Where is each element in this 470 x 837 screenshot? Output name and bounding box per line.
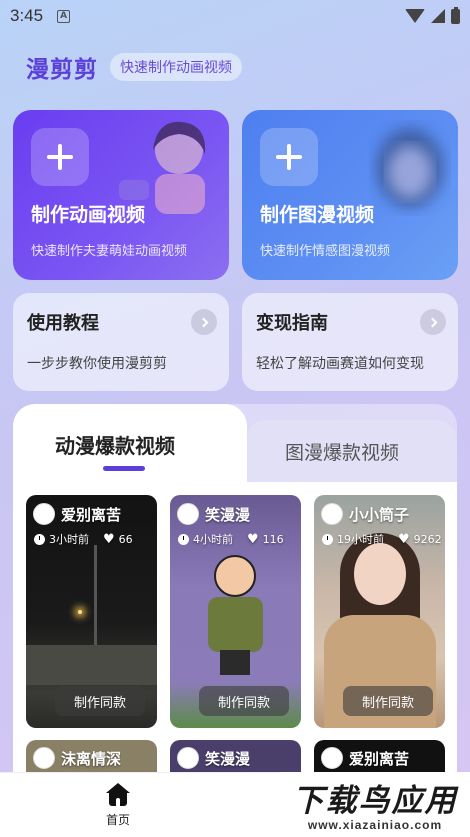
video-card[interactable]: 小小筒子 19小时前 ♥ 9262 制作同款: [314, 495, 445, 728]
nav-home-label: 首页: [105, 813, 130, 827]
card-title: 制作图漫视频: [260, 204, 375, 226]
status-time: 3:45: [10, 6, 44, 25]
app-subtitle: 快速制作动画视频: [110, 53, 242, 81]
heart-icon: ♥: [103, 531, 115, 547]
wifi-icon: [405, 9, 425, 23]
add-button[interactable]: [260, 128, 318, 186]
avatar: [33, 503, 55, 525]
chevron-right-icon[interactable]: [420, 309, 446, 335]
make-comic-video-card[interactable]: 制作图漫视频 快速制作情感图漫视频: [242, 110, 458, 280]
tutorial-card[interactable]: 使用教程 一步步教你使用漫剪剪: [13, 293, 229, 391]
avatar: [33, 747, 55, 769]
make-same-button[interactable]: 制作同款: [55, 686, 145, 716]
author-name: 爱别离苦: [61, 505, 122, 524]
nav-home[interactable]: 首页: [94, 783, 142, 828]
video-meta: 3小时前 ♥ 66: [34, 531, 133, 547]
watermark-text: 下载鸟应用: [292, 782, 458, 819]
video-card[interactable]: 笑漫漫 4小时前 ♥ 116 制作同款: [170, 495, 301, 728]
avatar: [177, 503, 199, 525]
avatar: [321, 747, 343, 769]
heart-icon: ♥: [247, 531, 259, 547]
author-name: 沫离情深: [61, 749, 122, 768]
video-author: 小小筒子: [321, 503, 409, 525]
video-card[interactable]: 爱别离苦 3小时前 ♥ 66 制作同款: [26, 495, 157, 728]
active-tab-indicator: [103, 466, 145, 471]
make-animation-video-card[interactable]: 制作动画视频 快速制作夫妻萌娃动画视频: [13, 110, 229, 280]
avatar: [321, 503, 343, 525]
signal-icon: [431, 9, 445, 23]
scene-light: [78, 610, 82, 614]
video-author: 笑漫漫: [177, 503, 250, 525]
tutorial-desc: 一步步教你使用漫剪剪: [27, 356, 167, 372]
author-name: 笑漫漫: [205, 505, 251, 524]
tab-anime-hot-videos[interactable]: 动漫爆款视频: [55, 430, 175, 459]
heart-icon: ♥: [398, 531, 410, 547]
video-author: 笑漫漫: [177, 747, 250, 769]
author-name: 小小筒子: [349, 505, 410, 524]
monetization-desc: 轻松了解动画赛道如何变现: [256, 356, 424, 372]
video-time: 3小时前: [49, 533, 89, 546]
person-face: [354, 543, 406, 605]
make-same-button[interactable]: 制作同款: [199, 686, 289, 716]
card-desc: 快速制作情感图漫视频: [260, 244, 391, 259]
plus-icon: [276, 144, 302, 170]
video-author: 爱别离苦: [321, 747, 409, 769]
plus-icon: [47, 144, 73, 170]
clock-icon: [322, 533, 333, 545]
status-icons: [405, 6, 460, 24]
tutorial-title: 使用教程: [27, 313, 99, 334]
notification-badge-icon: A: [57, 9, 71, 23]
monetization-guide-card[interactable]: 变现指南 轻松了解动画赛道如何变现: [242, 293, 458, 391]
app-title: 漫剪剪: [26, 57, 98, 83]
make-same-button[interactable]: 制作同款: [343, 686, 433, 716]
add-button[interactable]: [31, 128, 89, 186]
video-likes: 116: [262, 532, 284, 546]
watermark-url: www.xiazainiao.com: [307, 817, 443, 832]
video-time: 4小时前: [193, 533, 233, 546]
video-author: 爱别离苦: [33, 503, 121, 525]
card-desc: 快速制作夫妻萌娃动画视频: [31, 244, 188, 259]
home-icon: [106, 783, 130, 807]
video-likes: 66: [118, 532, 133, 546]
clock-icon: [34, 533, 45, 545]
header: 漫剪剪 快速制作动画视频: [26, 50, 242, 84]
cartoon-figure: [208, 555, 263, 675]
video-author: 沫离情深: [33, 747, 121, 769]
avatar: [177, 747, 199, 769]
chevron-right-icon[interactable]: [191, 309, 217, 335]
battery-icon: [451, 6, 460, 24]
author-name: 笑漫漫: [205, 749, 251, 768]
status-bar: 3:45 A: [0, 0, 470, 32]
video-meta: 4小时前 ♥ 116: [178, 531, 284, 547]
video-likes: 9262: [413, 532, 442, 546]
scene-wall: [26, 645, 157, 685]
clock-icon: [178, 533, 189, 545]
video-feed: 动漫爆款视频 图漫爆款视频 爱别离苦 3小时前 ♥ 66 制作同款 笑漫漫 4小…: [13, 404, 457, 784]
tab-comic-hot-videos[interactable]: 图漫爆款视频: [285, 438, 399, 465]
watermark-logo: 下载鸟应用 www.xiazainiao.com: [280, 772, 470, 834]
author-name: 爱别离苦: [349, 749, 410, 768]
monetization-title: 变现指南: [256, 313, 328, 334]
card-title: 制作动画视频: [31, 204, 146, 226]
